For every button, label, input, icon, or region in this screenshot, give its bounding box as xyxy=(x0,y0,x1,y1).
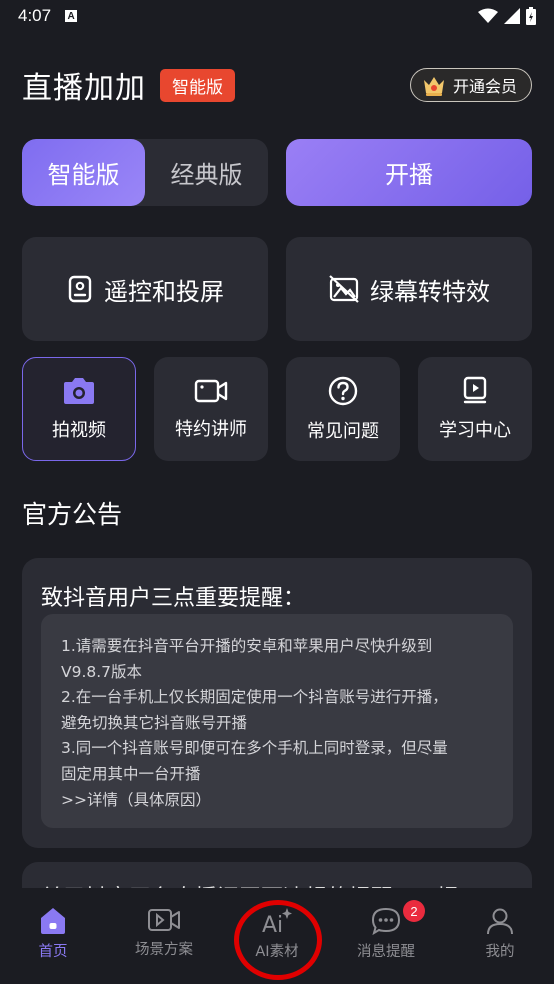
announcement-line: 3.同一个抖音账号即便可在多个手机上同时登录，但尽量 xyxy=(61,739,448,758)
battery-icon xyxy=(526,7,536,25)
status-icons xyxy=(478,7,536,25)
announcement-line: 2.在一台手机上仅长期固定使用一个抖音账号进行开播， xyxy=(61,688,448,707)
home-icon xyxy=(41,908,65,934)
announcement-line: 固定用其中一台开播 xyxy=(61,764,201,783)
highlight-circle-annotation xyxy=(234,900,322,980)
remote-screen-card[interactable]: 遥控和投屏 xyxy=(22,237,268,341)
details-link[interactable]: >>详情（具体原因） xyxy=(61,788,493,814)
announcement-title: 致抖音用户三点重要提醒： xyxy=(41,586,306,611)
tab-profile-label: 我的 xyxy=(485,944,515,960)
learning-center-card[interactable]: 学习中心 xyxy=(418,357,532,461)
green-screen-card[interactable]: 绿幕转特效 xyxy=(286,237,532,341)
tab-profile[interactable]: 我的 xyxy=(455,906,545,961)
message-icon xyxy=(371,907,401,936)
scene-video-icon xyxy=(148,909,180,931)
message-count-badge: 2 xyxy=(403,900,425,922)
learning-center-label: 学习中心 xyxy=(439,420,511,441)
start-broadcast-button[interactable]: 开播 xyxy=(286,139,532,206)
guest-lecturer-label: 特约讲师 xyxy=(175,419,247,440)
status-time: 4:07 xyxy=(18,6,52,25)
faq-label: 常见问题 xyxy=(307,421,379,442)
announcement-line: V9.8.7版本 xyxy=(61,662,143,681)
edition-badge: 智能版 xyxy=(160,68,235,102)
tab-home-label: 首页 xyxy=(38,944,68,960)
announcement-card: 致抖音用户三点重要提醒： 1.请需要在抖音平台开播的安卓和苹果用户尽快升级到 V… xyxy=(22,558,532,848)
tab-messages-label: 消息提醒 xyxy=(357,944,415,960)
mode-smart-tab[interactable]: 智能版 xyxy=(22,139,145,206)
announcement-body: 1.请需要在抖音平台开播的安卓和苹果用户尽快升级到 V9.8.7版本 2.在一台… xyxy=(41,614,513,828)
tab-home[interactable]: 首页 xyxy=(8,906,98,961)
faq-card[interactable]: 常见问题 xyxy=(286,357,400,461)
wifi-icon xyxy=(478,8,498,23)
app-title: 直播加加 xyxy=(22,71,146,106)
remote-screen-icon xyxy=(68,275,92,303)
guest-lecturer-card[interactable]: 特约讲师 xyxy=(154,357,268,461)
crown-icon xyxy=(423,77,444,96)
shoot-video-label: 拍视频 xyxy=(52,420,106,441)
video-camera-icon xyxy=(194,379,228,403)
remote-screen-label: 遥控和投屏 xyxy=(104,277,224,306)
camera-icon xyxy=(64,378,94,404)
profile-icon xyxy=(487,908,513,935)
announcement-section-title: 官方公告 xyxy=(22,500,123,529)
tab-scenes[interactable]: 场景方案 xyxy=(119,906,209,959)
play-book-icon xyxy=(463,376,487,404)
mode-classic-tab[interactable]: 经典版 xyxy=(145,139,268,206)
green-screen-label: 绿幕转特效 xyxy=(370,277,490,306)
notification-a-icon: A xyxy=(65,10,78,22)
signal-icon xyxy=(504,8,520,24)
status-bar: 4:07 A xyxy=(0,0,554,32)
green-screen-icon xyxy=(329,275,359,303)
shoot-video-card[interactable]: 拍视频 xyxy=(22,357,136,461)
announcement-line: 避免切换其它抖音账号开播 xyxy=(61,713,248,732)
question-icon xyxy=(328,376,358,406)
header: 直播加加 智能版 开通会员 xyxy=(22,64,532,106)
vip-button-label: 开通会员 xyxy=(452,77,517,96)
tab-scenes-label: 场景方案 xyxy=(135,942,193,958)
vip-membership-button[interactable]: 开通会员 xyxy=(409,68,532,102)
announcement-line: 1.请需要在抖音平台开播的安卓和苹果用户尽快升级到 xyxy=(61,637,433,655)
mode-toggle: 智能版 经典版 xyxy=(22,139,268,206)
